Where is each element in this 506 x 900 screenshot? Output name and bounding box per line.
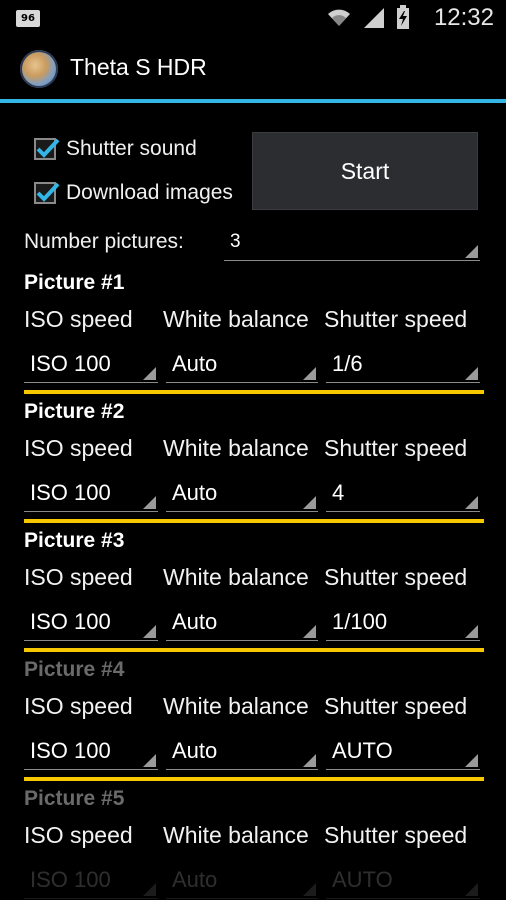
white-balance-label: White balance xyxy=(163,435,309,461)
shutter-speed-spinner[interactable]: AUTO xyxy=(326,736,480,770)
shutter-sound-checkbox-row[interactable]: Shutter sound xyxy=(34,137,197,161)
iso-speed-value: ISO 100 xyxy=(30,609,111,634)
white-balance-value: Auto xyxy=(172,867,218,892)
action-bar-divider xyxy=(0,99,506,103)
shutter-speed-label: Shutter speed xyxy=(324,306,468,332)
dropdown-arrow-icon xyxy=(303,625,316,638)
dropdown-arrow-icon xyxy=(303,883,316,896)
iso-speed-spinner[interactable]: ISO 100 xyxy=(24,349,158,383)
battery-charging-icon xyxy=(396,5,410,33)
iso-speed-label: ISO speed xyxy=(24,822,133,848)
white-balance-spinner[interactable]: Auto xyxy=(166,607,318,641)
download-images-label: Download images xyxy=(66,181,233,204)
notification-badge: 96 xyxy=(16,10,40,27)
status-bar: 96 12:32 xyxy=(0,0,506,38)
white-balance-label: White balance xyxy=(163,306,309,332)
dropdown-arrow-icon xyxy=(465,625,478,638)
check-icon xyxy=(36,138,60,158)
iso-speed-spinner[interactable]: ISO 100 xyxy=(24,865,158,899)
white-balance-label: White balance xyxy=(163,822,309,848)
white-balance-spinner[interactable]: Auto xyxy=(166,865,318,899)
number-pictures-spinner[interactable]: 3 xyxy=(224,227,480,261)
number-pictures-label: Number pictures: xyxy=(24,230,184,253)
picture-title: Picture #3 xyxy=(24,529,125,552)
wifi-icon xyxy=(326,6,352,32)
white-balance-value: Auto xyxy=(172,480,218,505)
white-balance-value: Auto xyxy=(172,351,218,376)
signal-icon xyxy=(362,6,386,32)
dropdown-arrow-icon xyxy=(303,754,316,767)
iso-speed-spinner[interactable]: ISO 100 xyxy=(24,736,158,770)
dropdown-arrow-icon xyxy=(303,367,316,380)
picture-title: Picture #4 xyxy=(24,658,125,681)
white-balance-value: Auto xyxy=(172,609,218,634)
download-images-checkbox[interactable] xyxy=(34,182,60,204)
shutter-speed-label: Shutter speed xyxy=(324,693,468,719)
iso-speed-spinner[interactable]: ISO 100 xyxy=(24,478,158,512)
shutter-speed-label: Shutter speed xyxy=(324,564,468,590)
dropdown-arrow-icon xyxy=(465,754,478,767)
iso-speed-label: ISO speed xyxy=(24,564,133,590)
white-balance-value: Auto xyxy=(172,738,218,763)
dropdown-arrow-icon xyxy=(465,496,478,509)
picture-separator xyxy=(24,519,484,523)
dropdown-arrow-icon xyxy=(143,625,156,638)
dropdown-arrow-icon xyxy=(143,367,156,380)
white-balance-spinner[interactable]: Auto xyxy=(166,478,318,512)
picture-separator xyxy=(24,390,484,394)
shutter-speed-value: AUTO xyxy=(332,738,393,763)
shutter-speed-value: 4 xyxy=(332,480,345,505)
shutter-sound-checkbox[interactable] xyxy=(34,138,60,160)
iso-speed-label: ISO speed xyxy=(24,435,133,461)
action-bar: Theta S HDR xyxy=(0,38,506,100)
shutter-speed-label: Shutter speed xyxy=(324,435,468,461)
check-icon xyxy=(36,182,60,202)
status-clock: 12:32 xyxy=(433,4,494,31)
dropdown-arrow-icon xyxy=(465,883,478,896)
shutter-speed-spinner[interactable]: 4 xyxy=(326,478,480,512)
app-title: Theta S HDR xyxy=(70,54,207,80)
shutter-speed-value: 1/6 xyxy=(332,351,363,376)
shutter-speed-value: 1/100 xyxy=(332,609,388,634)
shutter-speed-spinner[interactable]: 1/6 xyxy=(326,349,480,383)
app-icon[interactable] xyxy=(20,50,58,88)
white-balance-spinner[interactable]: Auto xyxy=(166,736,318,770)
number-pictures-value: 3 xyxy=(230,231,241,252)
download-images-checkbox-row[interactable]: Download images xyxy=(34,181,233,205)
iso-speed-value: ISO 100 xyxy=(30,867,111,892)
dropdown-arrow-icon xyxy=(303,496,316,509)
dropdown-arrow-icon xyxy=(143,754,156,767)
white-balance-spinner[interactable]: Auto xyxy=(166,349,318,383)
iso-speed-value: ISO 100 xyxy=(30,351,111,376)
start-button[interactable]: Start xyxy=(252,132,478,210)
iso-speed-label: ISO speed xyxy=(24,306,133,332)
iso-speed-value: ISO 100 xyxy=(30,738,111,763)
status-icons xyxy=(326,5,410,33)
dropdown-arrow-icon xyxy=(465,367,478,380)
white-balance-label: White balance xyxy=(163,693,309,719)
iso-speed-label: ISO speed xyxy=(24,693,133,719)
iso-speed-spinner[interactable]: ISO 100 xyxy=(24,607,158,641)
dropdown-arrow-icon xyxy=(465,245,478,258)
picture-title: Picture #2 xyxy=(24,400,125,423)
shutter-speed-label: Shutter speed xyxy=(324,822,468,848)
shutter-speed-spinner[interactable]: 1/100 xyxy=(326,607,480,641)
iso-speed-value: ISO 100 xyxy=(30,480,111,505)
dropdown-arrow-icon xyxy=(143,496,156,509)
picture-title: Picture #1 xyxy=(24,271,125,294)
shutter-speed-spinner[interactable]: AUTO xyxy=(326,865,480,899)
picture-separator xyxy=(24,777,484,781)
picture-separator xyxy=(24,648,484,652)
shutter-speed-value: AUTO xyxy=(332,867,393,892)
white-balance-label: White balance xyxy=(163,564,309,590)
dropdown-arrow-icon xyxy=(143,883,156,896)
shutter-sound-label: Shutter sound xyxy=(66,137,197,160)
picture-title: Picture #5 xyxy=(24,787,125,810)
